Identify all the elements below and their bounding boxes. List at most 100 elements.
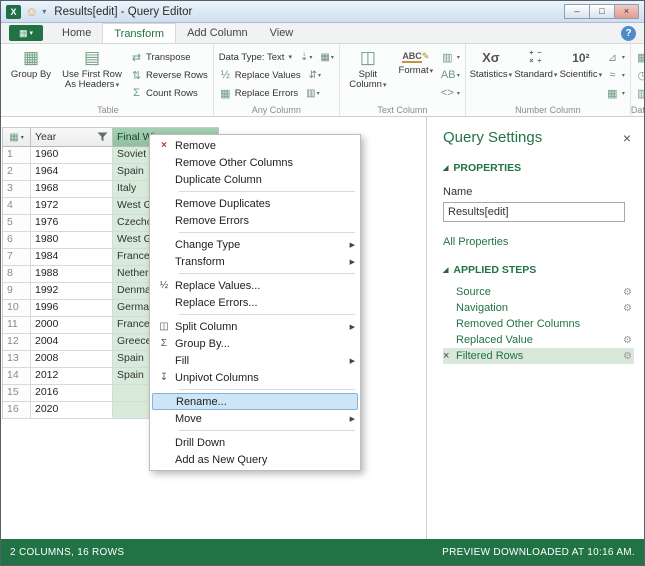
information-button[interactable]: ▦▾ [606, 85, 625, 101]
gear-icon[interactable]: ⚙ [623, 303, 632, 314]
menu-item-remove[interactable]: ×Remove [152, 137, 358, 154]
count-rows-button[interactable]: Σ Count Rows [130, 85, 208, 101]
standard-button[interactable]: + −× ÷ Standard▾ [516, 47, 556, 81]
close-panel-icon[interactable]: × [620, 131, 634, 145]
menu-item-remove-duplicates[interactable]: Remove Duplicates [152, 195, 358, 212]
trigonometry-button[interactable]: ⊿▾ [606, 49, 625, 65]
menu-item-move[interactable]: Move▶ [152, 410, 358, 427]
menu-item-fill[interactable]: Fill▶ [152, 352, 358, 369]
menu-item-remove-other-columns[interactable]: Remove Other Columns [152, 154, 358, 171]
parse-button[interactable]: <>▾ [441, 85, 460, 101]
format-button[interactable]: ABC✎ Format▾ [396, 47, 436, 77]
duration-button[interactable]: ▥▾ [636, 85, 644, 101]
year-cell[interactable]: 2008 [31, 351, 113, 368]
menu-item-split-column[interactable]: ◫Split Column▶ [152, 318, 358, 335]
row-number-cell[interactable]: 12 [3, 334, 31, 351]
year-cell[interactable]: 1984 [31, 249, 113, 266]
row-number-cell[interactable]: 14 [3, 368, 31, 385]
year-cell[interactable]: 2000 [31, 317, 113, 334]
applied-step-removed-other-columns[interactable]: Removed Other Columns [443, 316, 634, 332]
applied-step-filtered-rows[interactable]: ×Filtered Rows⚙ [443, 348, 634, 364]
split-column-button[interactable]: ◫ Split Column▾ [345, 47, 391, 91]
date-button[interactable]: ▦▾ [636, 49, 644, 65]
row-number-cell[interactable]: 15 [3, 385, 31, 402]
row-number-cell[interactable]: 11 [3, 317, 31, 334]
applied-step-replaced-value[interactable]: Replaced Value⚙ [443, 332, 634, 348]
menu-item-rename[interactable]: Rename... [152, 393, 358, 410]
row-number-cell[interactable]: 7 [3, 249, 31, 266]
gear-icon[interactable]: ⚙ [623, 287, 632, 298]
file-menu-button[interactable]: ▦ ▾ [9, 25, 43, 41]
gear-icon[interactable]: ⚙ [623, 335, 632, 346]
detect-data-type-button[interactable]: ⇵▾ [309, 70, 321, 81]
row-number-cell[interactable]: 3 [3, 181, 31, 198]
row-number-cell[interactable]: 16 [3, 402, 31, 419]
transpose-button[interactable]: ⇄ Transpose [130, 49, 208, 65]
menu-item-replace-errors[interactable]: Replace Errors... [152, 294, 358, 311]
properties-section-header[interactable]: ◢ PROPERTIES [443, 162, 634, 174]
tab-transform[interactable]: Transform [102, 23, 176, 43]
column-header-year[interactable]: Year [31, 128, 113, 147]
rounding-button[interactable]: ≈▾ [606, 67, 625, 83]
row-number-cell[interactable]: 10 [3, 300, 31, 317]
menu-item-transform[interactable]: Transform▶ [152, 253, 358, 270]
tab-home[interactable]: Home [51, 23, 102, 43]
year-cell[interactable]: 1980 [31, 232, 113, 249]
fill-button[interactable]: ⇣▾ [300, 52, 312, 63]
row-number-cell[interactable]: 2 [3, 164, 31, 181]
filter-icon[interactable] [97, 132, 108, 142]
year-cell[interactable]: 1988 [31, 266, 113, 283]
menu-item-unpivot-columns[interactable]: ↧Unpivot Columns [152, 369, 358, 386]
use-first-row-button[interactable]: ▤ Use First Row As Headers▾ [59, 47, 125, 91]
row-number-cell[interactable]: 6 [3, 232, 31, 249]
menu-item-drill-down[interactable]: Drill Down [152, 434, 358, 451]
year-cell[interactable]: 2020 [31, 402, 113, 419]
menu-item-duplicate-column[interactable]: Duplicate Column [152, 171, 358, 188]
maximize-button[interactable]: □ [589, 4, 614, 19]
year-cell[interactable]: 1964 [31, 164, 113, 181]
year-cell[interactable]: 1992 [31, 283, 113, 300]
pivot-column-button[interactable]: ▦▾ [320, 52, 333, 63]
smiley-icon[interactable]: ☺ [25, 5, 38, 18]
applied-steps-section-header[interactable]: ◢ APPLIED STEPS [443, 264, 634, 276]
replace-values-button[interactable]: ½ Replace Values ⇵▾ [219, 67, 334, 83]
extract-button[interactable]: AB▾ [441, 67, 460, 83]
data-type-button[interactable]: Data Type: Text ▾ ⇣▾ ▦▾ [219, 49, 334, 65]
menu-item-remove-errors[interactable]: Remove Errors [152, 212, 358, 229]
group-by-button[interactable]: ▦ Group By [8, 47, 54, 80]
year-cell[interactable]: 2004 [31, 334, 113, 351]
scientific-button[interactable]: 10² Scientific▾ [561, 47, 601, 81]
delete-step-icon[interactable]: × [443, 351, 456, 362]
year-cell[interactable]: 1968 [31, 181, 113, 198]
row-number-cell[interactable]: 9 [3, 283, 31, 300]
row-number-cell[interactable]: 1 [3, 147, 31, 164]
year-cell[interactable]: 1972 [31, 198, 113, 215]
year-cell[interactable]: 1960 [31, 147, 113, 164]
unpivot-columns-button[interactable]: ▥▾ [306, 88, 319, 99]
quick-access-caret-icon[interactable]: ▾ [42, 7, 46, 16]
menu-item-change-type[interactable]: Change Type▶ [152, 236, 358, 253]
row-number-cell[interactable]: 4 [3, 198, 31, 215]
minimize-button[interactable]: – [564, 4, 589, 19]
replace-errors-button[interactable]: ▦ Replace Errors ▥▾ [219, 85, 334, 101]
year-cell[interactable]: 2016 [31, 385, 113, 402]
tab-view[interactable]: View [259, 23, 305, 43]
year-cell[interactable]: 2012 [31, 368, 113, 385]
help-button[interactable]: ? [621, 26, 636, 41]
reverse-rows-button[interactable]: ⇅ Reverse Rows [130, 67, 208, 83]
year-cell[interactable]: 1976 [31, 215, 113, 232]
applied-step-source[interactable]: Source⚙ [443, 284, 634, 300]
gear-icon[interactable]: ⚙ [623, 351, 632, 362]
year-cell[interactable]: 1996 [31, 300, 113, 317]
applied-step-navigation[interactable]: Navigation⚙ [443, 300, 634, 316]
time-button[interactable]: ◷▾ [636, 67, 644, 83]
statistics-button[interactable]: Χσ Statistics▾ [471, 47, 511, 81]
tab-add-column[interactable]: Add Column [176, 23, 259, 43]
menu-item-replace-values[interactable]: ½Replace Values... [152, 277, 358, 294]
close-button[interactable]: × [614, 4, 639, 19]
row-number-cell[interactable]: 13 [3, 351, 31, 368]
menu-item-add-as-new-query[interactable]: Add as New Query [152, 451, 358, 468]
row-number-cell[interactable]: 5 [3, 215, 31, 232]
query-name-input[interactable] [443, 202, 625, 222]
table-menu-button[interactable]: ▦ ▾ [3, 128, 31, 147]
